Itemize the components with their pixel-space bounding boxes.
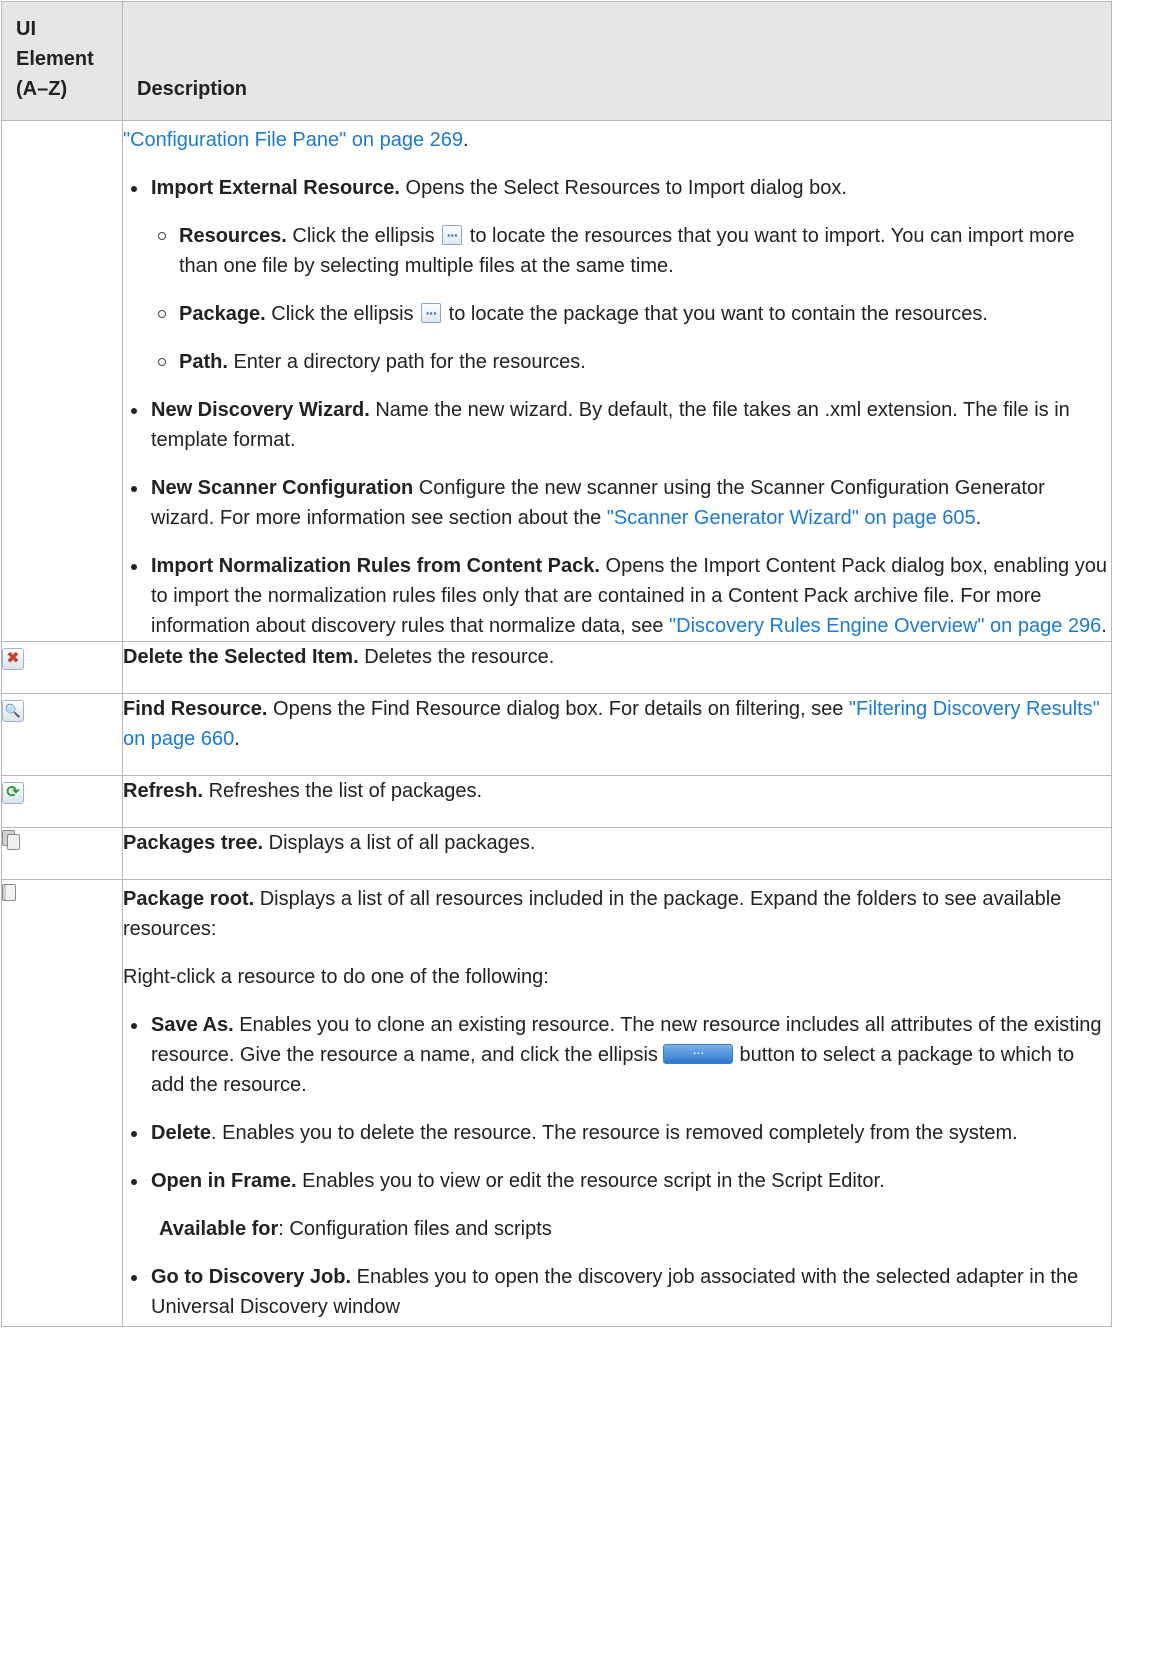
list-item: Save As. Enables you to clone an existin… xyxy=(123,1010,1111,1100)
bullet-list: Save As. Enables you to clone an existin… xyxy=(123,1010,1111,1322)
item-label: New Discovery Wizard. xyxy=(151,399,370,421)
description-cell: "Configuration File Pane" on page 269. I… xyxy=(122,120,1112,642)
sub-list-item: Resources. Click the ellipsis to locate … xyxy=(151,220,1111,281)
table-row: Package root. Displays a list of all res… xyxy=(1,879,1112,1327)
item-label: Import External Resource. xyxy=(151,177,400,199)
list-item: Go to Discovery Job. Enables you to open… xyxy=(123,1262,1111,1322)
sub-bullet-list: Resources. Click the ellipsis to locate … xyxy=(151,220,1111,377)
sub-list-item: Package. Click the ellipsis to locate th… xyxy=(151,298,1111,329)
description-cell: Refresh. Refreshes the list of packages. xyxy=(122,775,1112,828)
packages-tree-icon xyxy=(2,829,24,850)
header-ui-element: UI Element (A–Z) xyxy=(1,1,123,121)
item-label: Delete the Selected Item. xyxy=(123,646,359,668)
item-label: Package. xyxy=(179,303,266,325)
list-item: Import Normalization Rules from Content … xyxy=(123,551,1111,641)
sub-list-item: Path. Enter a directory path for the res… xyxy=(151,347,1111,377)
list-item: Open in Frame. Enables you to view or ed… xyxy=(123,1166,1111,1244)
ellipsis-icon xyxy=(442,220,463,250)
item-label: Find Resource. xyxy=(123,698,268,720)
find-icon: 🔍 xyxy=(2,700,24,722)
icon-cell xyxy=(1,827,123,880)
icon-cell: ⟳ xyxy=(1,775,123,828)
refresh-icon: ⟳ xyxy=(2,782,24,804)
link-scanner-generator-wizard[interactable]: "Scanner Generator Wizard" on page 605 xyxy=(607,507,976,529)
item-label: New Scanner Configuration xyxy=(151,477,414,499)
item-label: Open in Frame. xyxy=(151,1170,297,1192)
delete-icon: ✖ xyxy=(2,648,24,670)
icon-cell-empty xyxy=(1,120,123,642)
item-label: Resources. xyxy=(179,225,287,247)
table-row: Packages tree. Displays a list of all pa… xyxy=(1,827,1112,880)
package-root-paragraph: Package root. Displays a list of all res… xyxy=(123,888,1062,940)
ellipsis-icon xyxy=(421,298,442,328)
description-cell: Package root. Displays a list of all res… xyxy=(122,879,1112,1327)
description-cell: Find Resource. Opens the Find Resource d… xyxy=(122,693,1112,776)
intro-paragraph: "Configuration File Pane" on page 269. xyxy=(123,129,469,151)
item-label: Save As. xyxy=(151,1014,234,1036)
table-row: ✖ Delete the Selected Item. Deletes the … xyxy=(1,641,1112,694)
header-description: Description xyxy=(122,1,1112,121)
package-root-icon xyxy=(2,884,16,901)
item-label: Path. xyxy=(179,351,228,373)
ui-elements-table: UI Element (A–Z) Description "Configurat… xyxy=(1,1,1112,1327)
description-cell: Delete the Selected Item. Deletes the re… xyxy=(122,641,1112,694)
ellipsis-button-icon xyxy=(663,1034,734,1064)
table-row: ⟳ Refresh. Refreshes the list of package… xyxy=(1,775,1112,828)
item-label: Package root. xyxy=(123,888,255,910)
icon-cell xyxy=(1,879,123,1327)
link-discovery-rules-engine-overview[interactable]: "Discovery Rules Engine Overview" on pag… xyxy=(669,615,1101,637)
list-item: Delete. Enables you to delete the resour… xyxy=(123,1118,1111,1148)
description-cell: Packages tree. Displays a list of all pa… xyxy=(122,827,1112,880)
right-click-paragraph: Right-click a resource to do one of the … xyxy=(123,966,549,988)
item-label: Go to Discovery Job. xyxy=(151,1266,352,1288)
list-item: Import External Resource. Opens the Sele… xyxy=(123,173,1111,377)
table-header-row: UI Element (A–Z) Description xyxy=(1,1,1112,121)
table-row: "Configuration File Pane" on page 269. I… xyxy=(1,120,1112,642)
table-row: 🔍 Find Resource. Opens the Find Resource… xyxy=(1,693,1112,776)
list-item: New Scanner Configuration Configure the … xyxy=(123,473,1111,533)
list-item: New Discovery Wizard. Name the new wizar… xyxy=(123,395,1111,455)
item-label: Delete xyxy=(151,1122,212,1144)
icon-cell: 🔍 xyxy=(1,693,123,776)
link-configuration-file-pane[interactable]: "Configuration File Pane" on page 269 xyxy=(123,129,463,151)
available-for-note: Available for: Configuration files and s… xyxy=(159,1218,552,1240)
item-label: Import Normalization Rules from Content … xyxy=(151,555,600,577)
icon-cell: ✖ xyxy=(1,641,123,694)
bullet-list: Import External Resource. Opens the Sele… xyxy=(123,173,1111,641)
item-label: Packages tree. xyxy=(123,832,264,854)
item-label: Refresh. xyxy=(123,780,204,802)
